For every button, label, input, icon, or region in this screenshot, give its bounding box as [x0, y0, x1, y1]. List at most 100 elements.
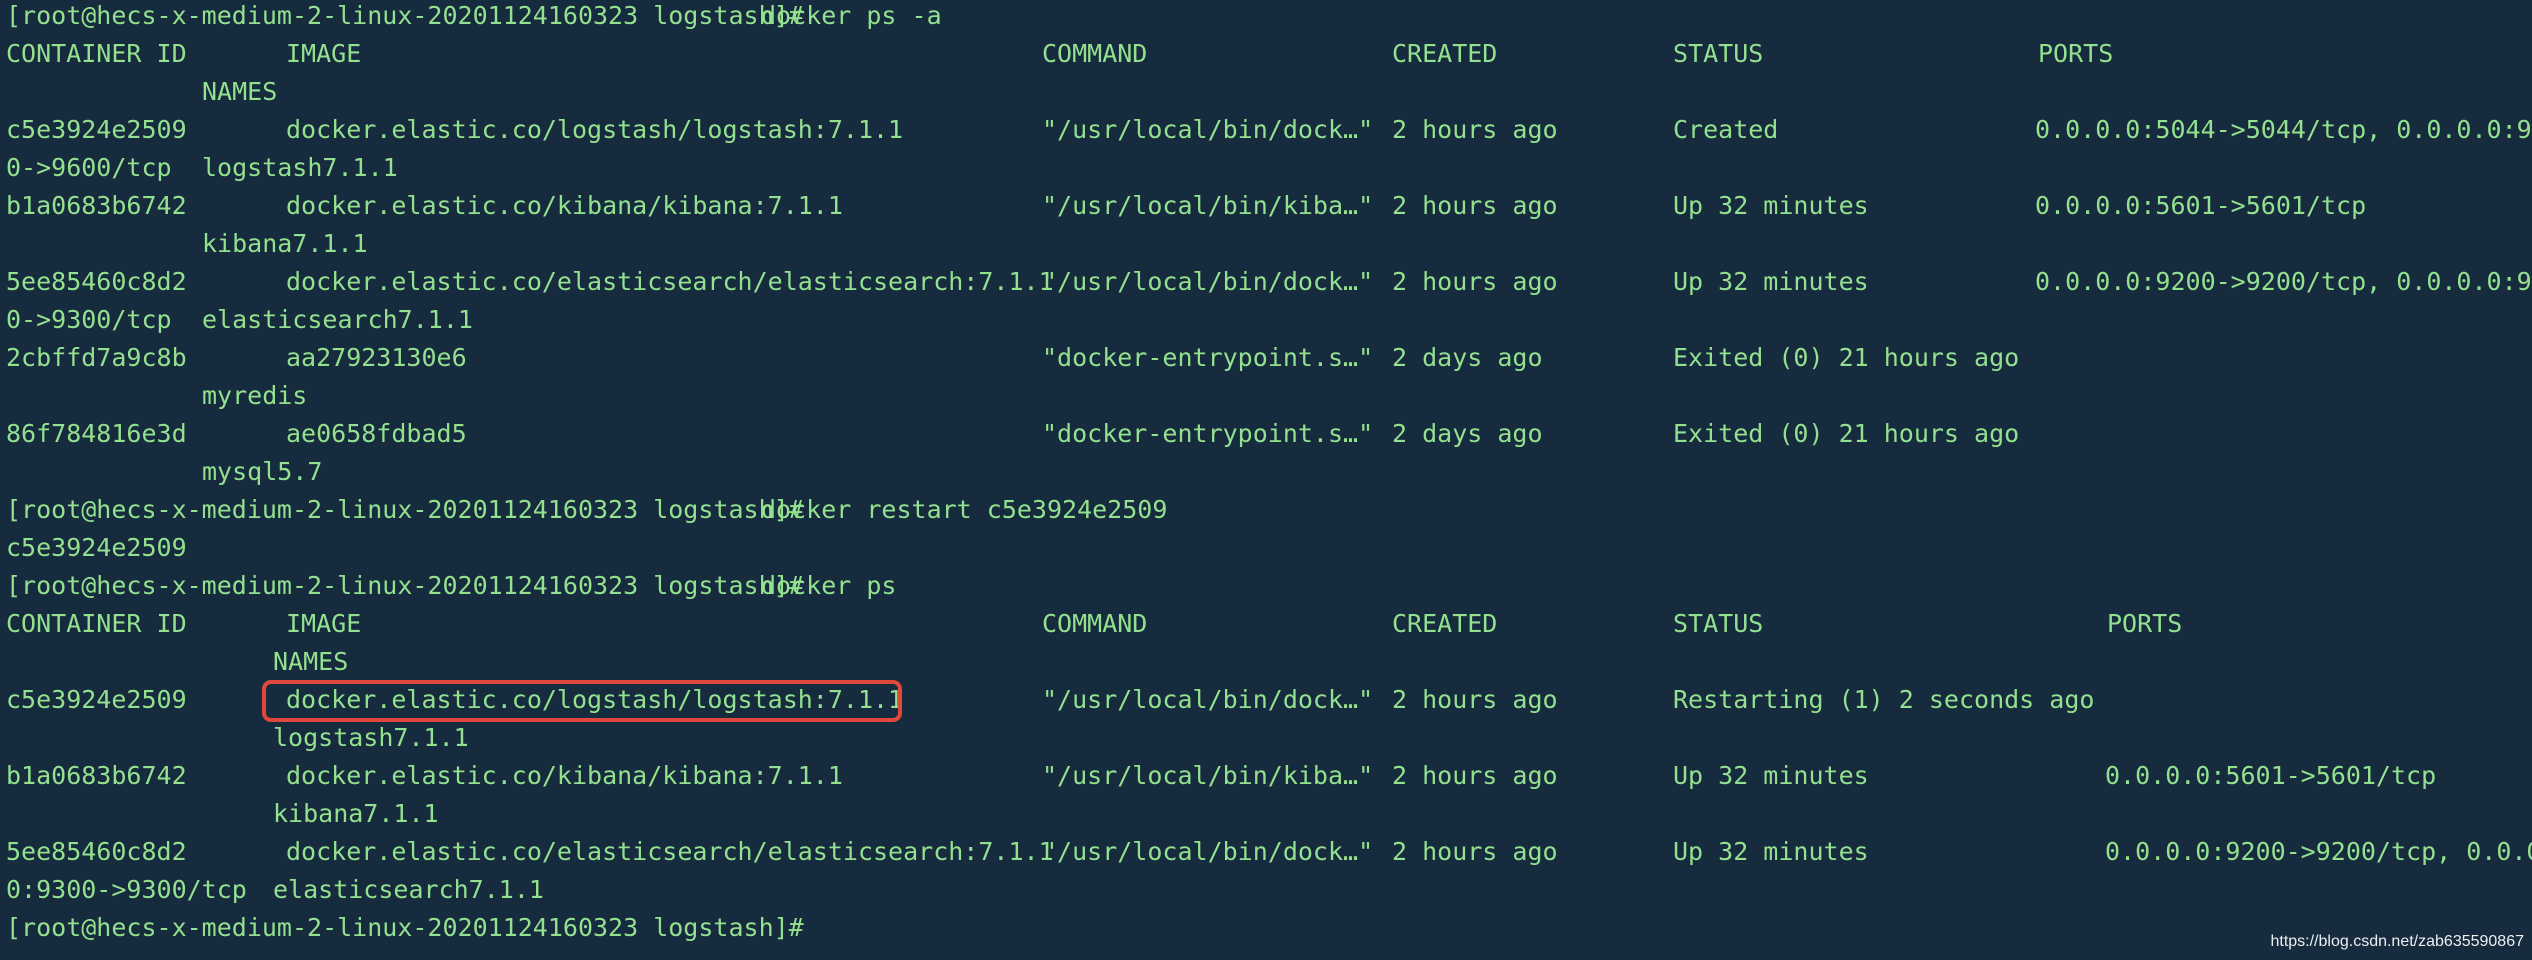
table-row-wrap: kibana7.1.1 [6, 795, 439, 833]
cell-names: mysql5.7 [202, 457, 323, 486]
header-ports: PORTS [2038, 39, 2114, 68]
cell-status: Restarting (1) 2 seconds ago [1673, 685, 2095, 714]
cell-image: docker.elastic.co/elasticsearch/elastics… [286, 267, 1054, 296]
header-container-id: CONTAINER ID [6, 39, 187, 68]
watermark-text: https://blog.csdn.net/zab635590867 [2270, 933, 2524, 950]
red-highlight-box [262, 680, 902, 722]
cell-image: aa27923130e6 [286, 343, 467, 372]
terminal-window[interactable]: [root@hecs-x-medium-2-linux-202011241603… [0, 0, 2532, 960]
header-command: COMMAND [1042, 39, 1148, 68]
cell-container-id: 5ee85460c8d2 [6, 267, 187, 296]
prompt-line[interactable]: [root@hecs-x-medium-2-linux-202011241603… [6, 909, 804, 947]
prompt-line: [root@hecs-x-medium-2-linux-202011241603… [6, 491, 1167, 529]
command-text: docker restart c5e3924e2509 [761, 495, 1168, 524]
cell-container-id: c5e3924e2509 [6, 685, 187, 714]
cell-status: Up 32 minutes [1673, 267, 1869, 296]
cell-image: ae0658fdbad5 [286, 419, 467, 448]
table-row-wrap: logstash7.1.1 [6, 719, 469, 757]
table-row: 2cbffd7a9c8b aa27923130e6 "docker-entryp… [6, 339, 2019, 377]
cell-image: docker.elastic.co/elasticsearch/elastics… [286, 837, 1054, 866]
cell-command: "/usr/local/bin/dock…" [1042, 837, 1374, 866]
cell-ports: 0.0.0.0:9200->9200/tcp, 0.0.0.0:930 [2035, 267, 2532, 296]
table-row-wrap: 0->9600/tcp logstash7.1.1 [6, 149, 398, 187]
cell-created: 2 hours ago [1392, 115, 1558, 144]
prompt-line: [root@hecs-x-medium-2-linux-202011241603… [6, 567, 896, 605]
cell-command: "/usr/local/bin/dock…" [1042, 685, 1374, 714]
cell-names: elasticsearch7.1.1 [202, 305, 473, 334]
cell-names: elasticsearch7.1.1 [273, 875, 544, 904]
cell-names: myredis [202, 381, 308, 410]
header-ports: PORTS [2107, 609, 2183, 638]
cell-status: Exited (0) 21 hours ago [1673, 419, 2020, 448]
table-row-wrap: myredis [6, 377, 307, 415]
header-command: COMMAND [1042, 609, 1148, 638]
table-header-wrap: NAMES [6, 73, 277, 111]
cell-created: 2 hours ago [1392, 761, 1558, 790]
cell-container-id: 2cbffd7a9c8b [6, 343, 187, 372]
cell-container-id: 5ee85460c8d2 [6, 837, 187, 866]
header-created: CREATED [1392, 39, 1498, 68]
table-header-wrap: NAMES [6, 643, 348, 681]
header-status: STATUS [1673, 609, 1764, 638]
cell-created: 2 days ago [1392, 343, 1543, 372]
cell-ports: 0.0.0.0:5601->5601/tcp [2105, 761, 2437, 790]
table-row: c5e3924e2509 docker.elastic.co/logstash/… [6, 681, 2094, 719]
table-row-wrap: 0:9300->9300/tcp elasticsearch7.1.1 [6, 871, 544, 909]
cell-status: Up 32 minutes [1673, 191, 1869, 220]
table-row: 5ee85460c8d2 docker.elastic.co/elasticse… [6, 833, 2532, 871]
cell-command: "/usr/local/bin/dock…" [1042, 115, 1374, 144]
cell-image: docker.elastic.co/logstash/logstash:7.1.… [286, 115, 904, 144]
cell-created: 2 days ago [1392, 419, 1543, 448]
cell-ports-wrap: 0->9600/tcp [6, 153, 172, 182]
cell-container-id: c5e3924e2509 [6, 115, 187, 144]
header-status: STATUS [1673, 39, 1764, 68]
cell-names: logstash7.1.1 [273, 723, 469, 752]
restart-output: c5e3924e2509 [6, 533, 187, 562]
cell-names: kibana7.1.1 [202, 229, 368, 258]
cell-container-id: b1a0683b6742 [6, 761, 187, 790]
table-row-wrap: mysql5.7 [6, 453, 322, 491]
cell-names: kibana7.1.1 [273, 799, 439, 828]
cell-command: "/usr/local/bin/kiba…" [1042, 191, 1374, 220]
cell-created: 2 hours ago [1392, 267, 1558, 296]
cell-status: Up 32 minutes [1673, 761, 1869, 790]
cell-created: 2 hours ago [1392, 685, 1558, 714]
shell-prompt: [root@hecs-x-medium-2-linux-202011241603… [6, 913, 804, 942]
table-row: b1a0683b6742 docker.elastic.co/kibana/ki… [6, 187, 2366, 225]
cell-command: "/usr/local/bin/dock…" [1042, 267, 1374, 296]
header-created: CREATED [1392, 609, 1498, 638]
shell-prompt: [root@hecs-x-medium-2-linux-202011241603… [6, 571, 804, 600]
table-row: 5ee85460c8d2 docker.elastic.co/elasticse… [6, 263, 2532, 301]
cell-image: docker.elastic.co/kibana/kibana:7.1.1 [286, 191, 843, 220]
shell-prompt: [root@hecs-x-medium-2-linux-202011241603… [6, 1, 804, 30]
table-row: b1a0683b6742 docker.elastic.co/kibana/ki… [6, 757, 2436, 795]
table-row-wrap: 0->9300/tcp elasticsearch7.1.1 [6, 301, 473, 339]
table-row: 86f784816e3d ae0658fdbad5 "docker-entryp… [6, 415, 2019, 453]
cell-status: Up 32 minutes [1673, 837, 1869, 866]
table-header: CONTAINER ID IMAGE COMMAND CREATED STATU… [6, 35, 2113, 73]
shell-prompt: [root@hecs-x-medium-2-linux-202011241603… [6, 495, 804, 524]
cell-command: "docker-entrypoint.s…" [1042, 419, 1374, 448]
header-container-id: CONTAINER ID [6, 609, 187, 638]
header-image: IMAGE [286, 39, 362, 68]
cell-command: "docker-entrypoint.s…" [1042, 343, 1374, 372]
header-names: NAMES [273, 647, 349, 676]
cell-created: 2 hours ago [1392, 837, 1558, 866]
prompt-line: [root@hecs-x-medium-2-linux-202011241603… [6, 0, 942, 35]
cell-ports: 0.0.0.0:5044->5044/tcp, 0.0.0.0:960 [2035, 115, 2532, 144]
cell-ports-wrap: 0->9300/tcp [6, 305, 172, 334]
cell-container-id: b1a0683b6742 [6, 191, 187, 220]
cell-names: logstash7.1.1 [202, 153, 398, 182]
cell-status: Created [1673, 115, 1779, 144]
table-header: CONTAINER ID IMAGE COMMAND CREATED STATU… [6, 605, 2182, 643]
cell-container-id: 86f784816e3d [6, 419, 187, 448]
command-text: docker ps [761, 571, 897, 600]
table-row: c5e3924e2509 docker.elastic.co/logstash/… [6, 111, 2532, 149]
command-text: docker ps -a [761, 1, 942, 30]
cell-created: 2 hours ago [1392, 191, 1558, 220]
cell-command: "/usr/local/bin/kiba…" [1042, 761, 1374, 790]
cell-image: docker.elastic.co/kibana/kibana:7.1.1 [286, 761, 843, 790]
header-image: IMAGE [286, 609, 362, 638]
header-names: NAMES [202, 77, 278, 106]
cell-ports: 0.0.0.0:9200->9200/tcp, 0.0.0. [2105, 837, 2532, 866]
